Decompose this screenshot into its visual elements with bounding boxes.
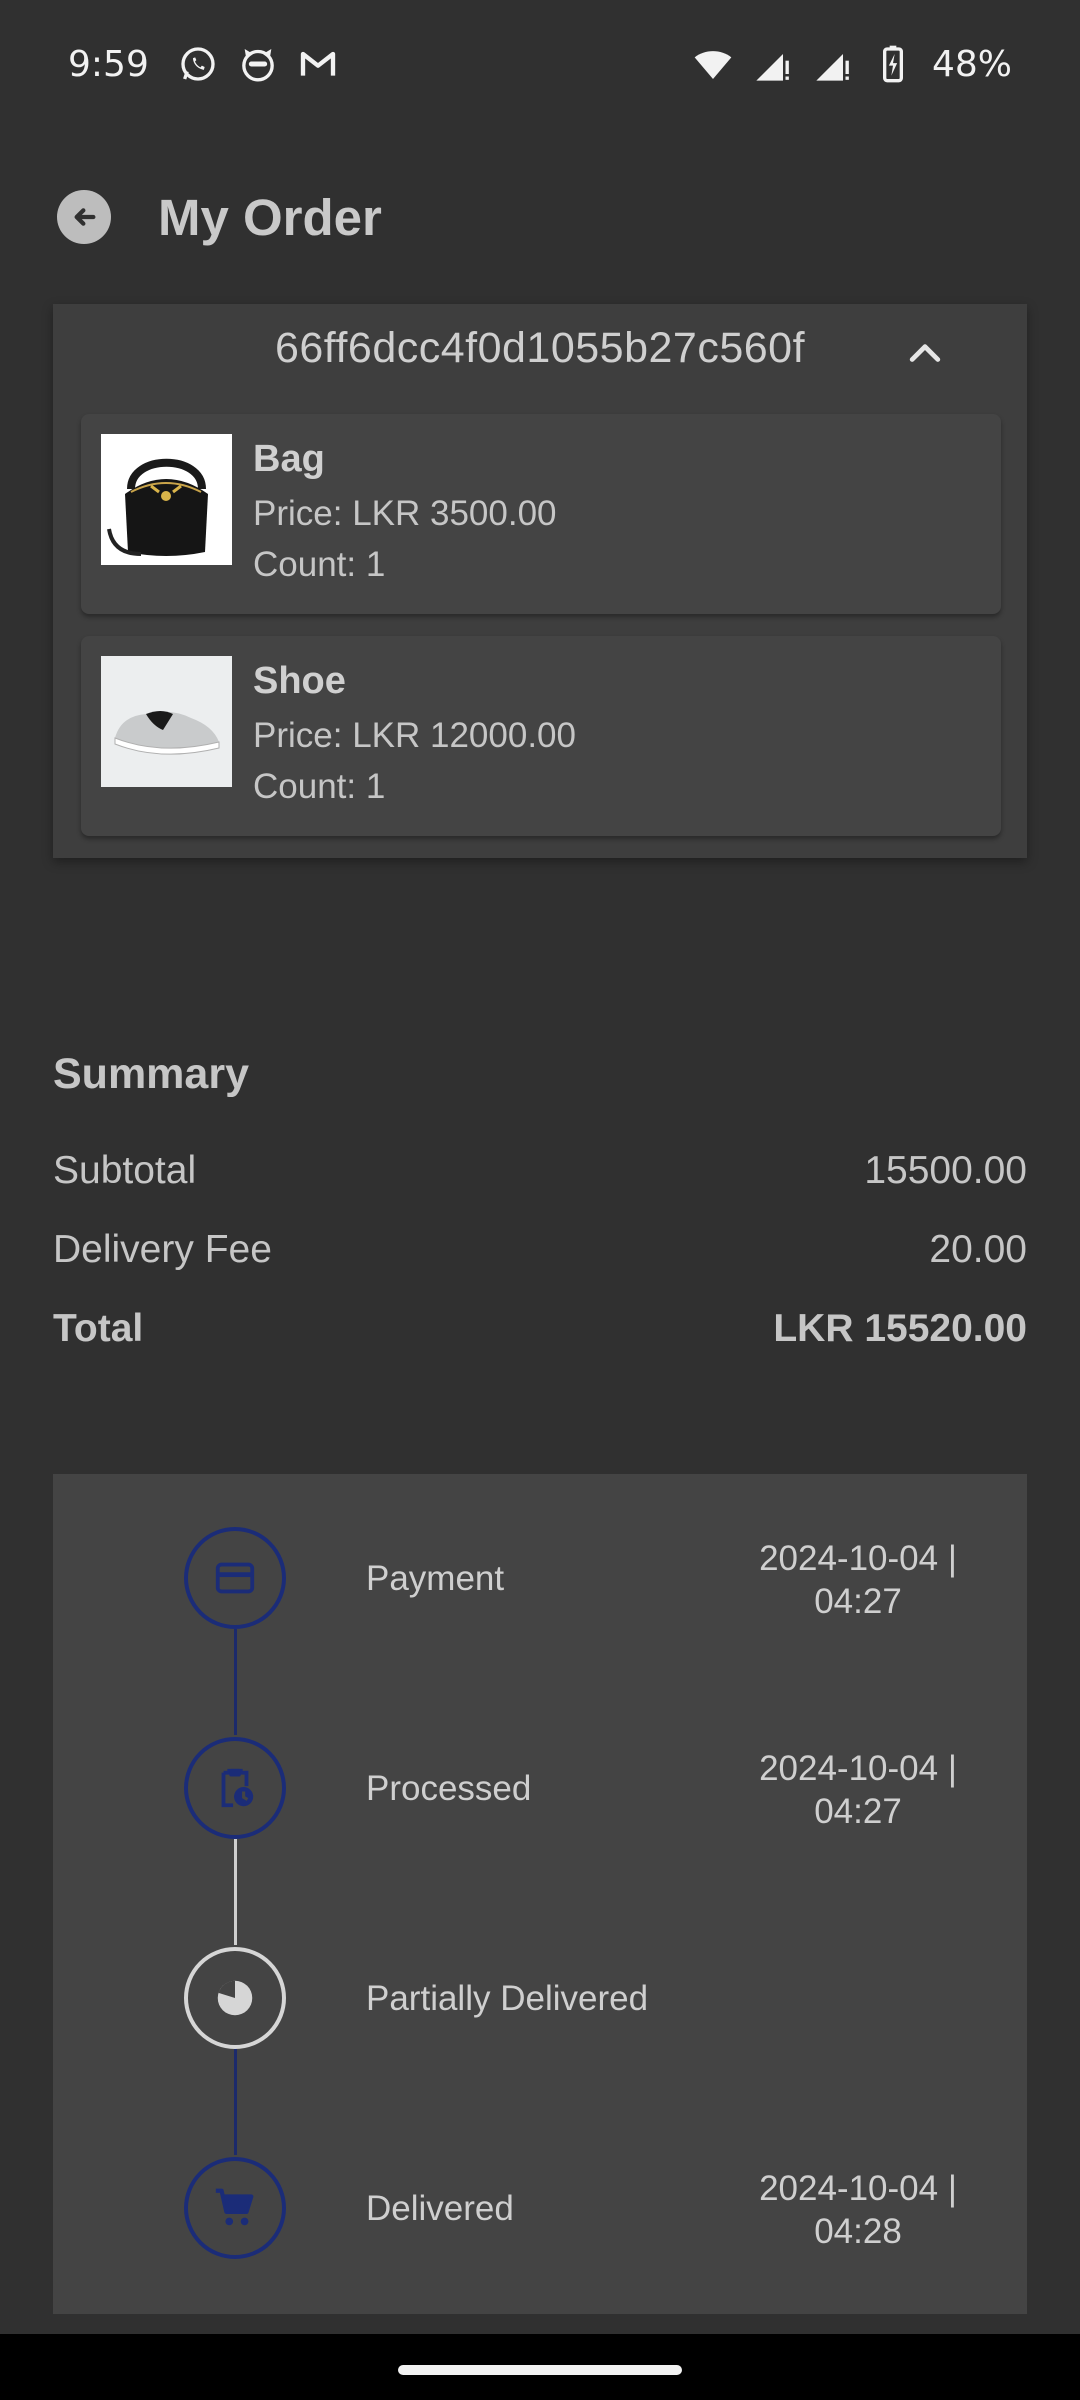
item-name: Bag <box>253 438 325 480</box>
signal-icon <box>752 43 794 85</box>
total-row: Total LKR 15520.00 <box>53 1307 1027 1351</box>
order-id[interactable]: 66ff6dcc4f0d1055b27c560f <box>53 324 1027 373</box>
summary-title: Summary <box>53 1050 249 1098</box>
app-bar: My Order <box>0 160 1080 276</box>
timeline-time-line: 04:28 <box>814 2212 902 2251</box>
home-gesture-handle[interactable] <box>398 2365 682 2375</box>
status-time: 9:59 <box>68 43 149 85</box>
timeline-date-line: 2024-10-04 | <box>759 1749 957 1788</box>
status-left: 9:59 <box>68 43 339 85</box>
arrow-back-icon <box>74 208 96 226</box>
delivery-fee-label: Delivery Fee <box>53 1228 272 1271</box>
shoe-image <box>101 656 232 787</box>
subtotal-label: Subtotal <box>53 1149 197 1192</box>
total-value: LKR 15520.00 <box>773 1307 1027 1350</box>
timeline-label: Partially Delivered <box>366 1979 649 2018</box>
delivery-fee-row: Delivery Fee 20.00 <box>53 1228 1027 1272</box>
item-count: Count: 1 <box>253 545 386 584</box>
timeline-time-line: 04:27 <box>814 1792 902 1831</box>
timeline-label: Delivered <box>366 2189 514 2228</box>
credit-card-icon <box>215 1562 255 1594</box>
bag-image <box>101 434 232 565</box>
item-count: Count: 1 <box>253 767 386 806</box>
wifi-icon <box>692 43 734 85</box>
timeline-date: 2024-10-04 | 04:27 <box>713 1747 1003 1833</box>
back-button[interactable] <box>57 190 111 244</box>
subtotal-row: Subtotal 15500.00 <box>53 1149 1027 1193</box>
battery-percent: 48% <box>931 43 1012 85</box>
system-nav-bar <box>0 2334 1080 2400</box>
timeline-step-payment <box>184 1527 286 1629</box>
timeline-date-line: 2024-10-04 | <box>759 1539 957 1578</box>
timeline-date: 2024-10-04 | 04:28 <box>713 2167 1003 2253</box>
timeline-step-processed <box>184 1737 286 1839</box>
order-timeline: Payment 2024-10-04 | 04:27 Processed 202… <box>53 1474 1027 2314</box>
timeline-time-line: 04:27 <box>814 1582 902 1621</box>
timeline-label: Payment <box>366 1559 505 1598</box>
shopping-cart-icon <box>215 2188 254 2226</box>
delivery-fee-value: 20.00 <box>929 1228 1027 1271</box>
item-name: Shoe <box>253 660 346 702</box>
item-price: Price: LKR 12000.00 <box>253 716 576 755</box>
cat-app-icon <box>237 43 279 85</box>
whatsapp-icon <box>177 43 219 85</box>
gmail-icon <box>297 43 339 85</box>
timeline-label: Processed <box>366 1769 532 1808</box>
timeline-date-line: 2024-10-04 | <box>759 2169 957 2208</box>
timeline-connector <box>234 2049 237 2155</box>
battery-charging-icon <box>872 43 914 85</box>
timeline-step-partially-delivered <box>184 1947 286 2049</box>
pie-chart-icon <box>217 1980 253 2016</box>
item-price: Price: LKR 3500.00 <box>253 494 557 533</box>
total-label: Total <box>53 1307 144 1350</box>
page-title: My Order <box>158 189 382 246</box>
timeline-connector <box>234 1629 237 1735</box>
order-item: Shoe Price: LKR 12000.00 Count: 1 <box>81 636 1001 836</box>
order-item: Bag Price: LKR 3500.00 Count: 1 <box>81 414 1001 614</box>
chevron-up-icon[interactable] <box>903 332 947 376</box>
timeline-connector <box>234 1839 237 1945</box>
clipboard-clock-icon <box>221 1768 254 1808</box>
signal-icon <box>812 43 854 85</box>
timeline-step-delivered <box>184 2157 286 2259</box>
status-right: 48% <box>692 43 1012 85</box>
status-bar: 9:59 48% <box>0 0 1080 128</box>
timeline-date: 2024-10-04 | 04:27 <box>713 1537 1003 1623</box>
order-card: 66ff6dcc4f0d1055b27c560f Bag Price: LKR … <box>53 304 1027 858</box>
subtotal-value: 15500.00 <box>864 1149 1027 1192</box>
